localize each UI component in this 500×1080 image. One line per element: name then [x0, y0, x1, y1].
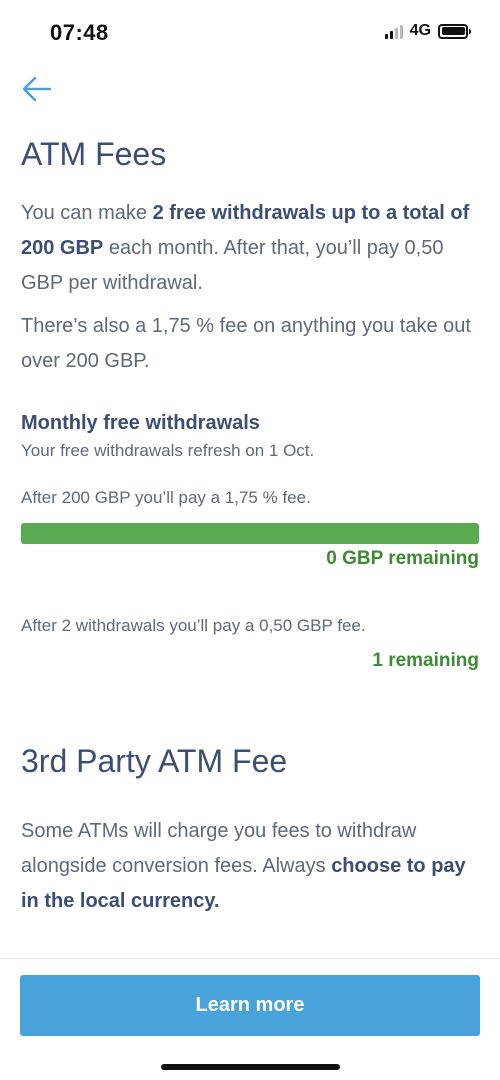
- third-party-text: Some ATMs will charge you fees to withdr…: [21, 814, 479, 919]
- refresh-note: Your free withdrawals refresh on 1 Oct.: [21, 441, 315, 460]
- learn-more-button[interactable]: Learn more: [20, 975, 480, 1036]
- intro-text-part: You can make: [21, 202, 153, 224]
- network-label: 4G: [409, 22, 431, 39]
- arrow-left-icon: [22, 76, 52, 102]
- footer-divider: [0, 958, 500, 959]
- amount-remaining: 0 GBP remaining: [326, 548, 479, 569]
- amount-progress-bar: [21, 523, 479, 544]
- signal-icon: [384, 23, 403, 39]
- amount-progress-fill: [21, 523, 479, 544]
- withdrawal-count-remaining: 1 remaining: [372, 650, 479, 671]
- back-button[interactable]: [20, 74, 54, 104]
- home-indicator[interactable]: [161, 1064, 340, 1070]
- amount-limit-label: After 200 GBP you’ll pay a 1,75 % fee.: [21, 488, 311, 507]
- status-time: 07:48: [50, 20, 109, 45]
- withdrawal-count-label: After 2 withdrawals you’ll pay a 0,50 GB…: [21, 616, 366, 635]
- status-bar: 07:48 4G: [0, 0, 500, 66]
- intro-text: You can make 2 free withdrawals up to a …: [21, 196, 479, 301]
- third-party-title: 3rd Party ATM Fee: [21, 743, 288, 779]
- section-heading: Monthly free withdrawals: [21, 412, 260, 434]
- fee-note: There’s also a 1,75 % fee on anything yo…: [21, 315, 471, 372]
- page-title: ATM Fees: [21, 136, 167, 172]
- status-indicators: 4G: [384, 22, 471, 40]
- battery-icon: [438, 23, 471, 39]
